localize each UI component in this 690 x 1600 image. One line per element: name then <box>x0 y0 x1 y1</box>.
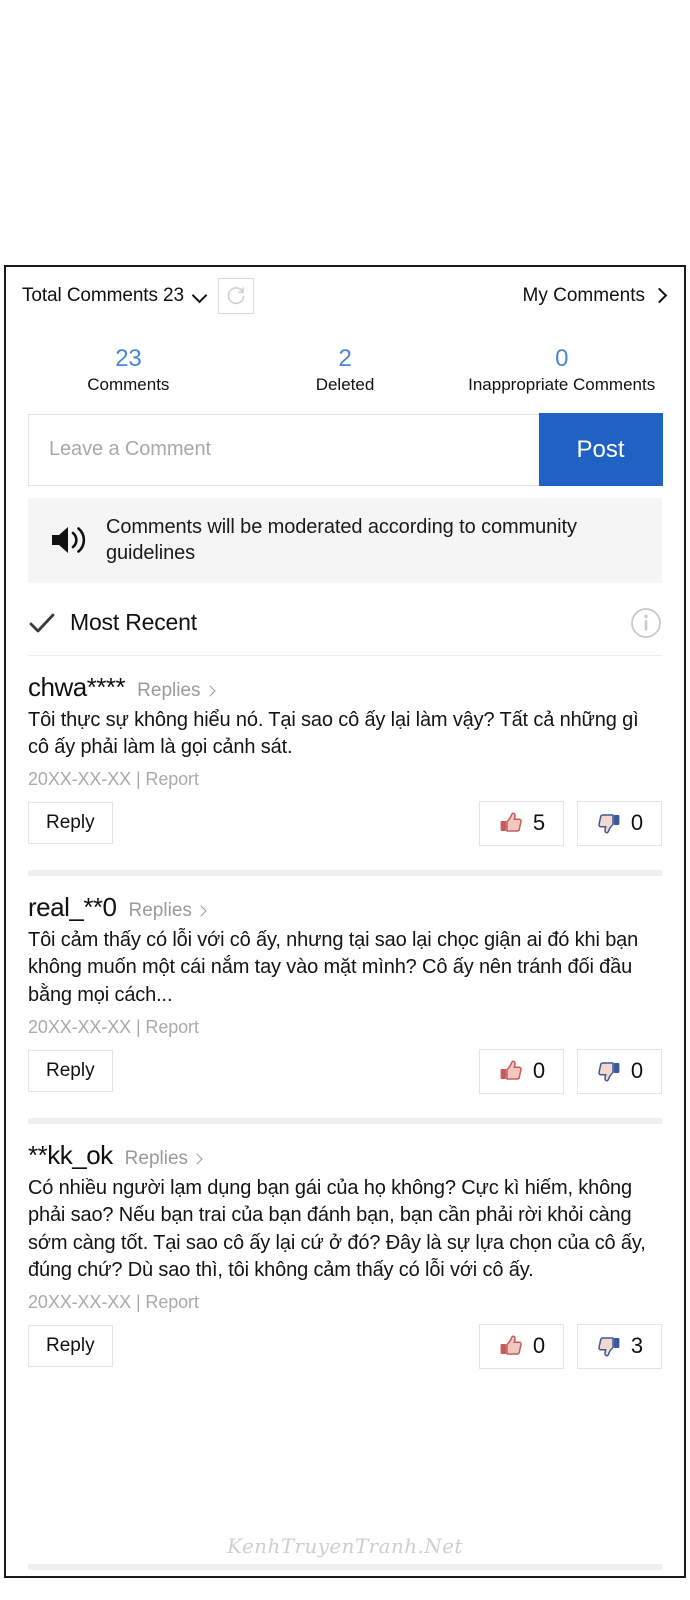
reply-button[interactable]: Reply <box>28 1325 113 1368</box>
dislike-count: 0 <box>630 1058 644 1084</box>
divider-thick <box>28 869 662 876</box>
comment-header: **kk_ok Replies <box>28 1139 662 1170</box>
total-comments-group[interactable]: Total Comments 23 <box>22 278 254 314</box>
dislike-button[interactable]: 3 <box>577 1323 662 1369</box>
comment-username: real_**0 <box>28 891 117 922</box>
comment-item: chwa**** Replies Tôi thực sự không hiểu … <box>6 673 684 848</box>
comment-list: chwa**** Replies Tôi thực sự không hiểu … <box>6 654 684 1371</box>
thumbs-down-icon <box>598 1337 620 1357</box>
dislike-button[interactable]: 0 <box>577 1048 662 1094</box>
vote-group: 0 3 <box>479 1323 662 1369</box>
stat-inappropriate[interactable]: 0 Inappropriate Comments <box>453 345 670 395</box>
chevron-right-icon <box>206 684 215 698</box>
comment-stats-row: 23 Comments 2 Deleted 0 Inappropriate Co… <box>6 317 684 405</box>
reply-button[interactable]: Reply <box>28 1050 113 1093</box>
reply-button[interactable]: Reply <box>28 802 113 845</box>
speaker-icon <box>52 527 86 554</box>
like-count: 0 <box>532 1058 546 1084</box>
vote-group: 5 0 <box>479 800 662 846</box>
comment-body: Có nhiều người lạm dụng bạn gái của họ k… <box>28 1176 646 1282</box>
check-icon <box>29 613 55 633</box>
comment-header: chwa**** Replies <box>28 673 662 702</box>
like-button[interactable]: 0 <box>479 1323 564 1369</box>
comment-composer: Leave a Comment Post <box>28 413 663 487</box>
like-button[interactable]: 0 <box>479 1048 564 1094</box>
chevron-right-icon <box>197 904 206 918</box>
stat-comments[interactable]: 23 Comments <box>20 345 237 395</box>
comment-meta[interactable]: 20XX-XX-XX | Report <box>28 769 662 790</box>
comments-card: Total Comments 23 My Comments 23 Comment… <box>4 265 686 1578</box>
thumbs-up-icon <box>500 1335 522 1356</box>
comments-header: Total Comments 23 My Comments <box>6 267 684 317</box>
comment-replies-link[interactable]: Replies <box>137 680 214 702</box>
chevron-right-icon <box>654 286 666 306</box>
blank-area-above-card <box>0 0 690 265</box>
screenshot-root: Total Comments 23 My Comments 23 Comment… <box>0 0 690 1600</box>
sort-selector[interactable]: Most Recent <box>28 609 197 636</box>
refresh-button[interactable] <box>217 278 254 314</box>
comment-body: Tôi thực sự không hiểu nó. Tại sao cô ấy… <box>28 708 639 759</box>
dislike-count: 0 <box>630 810 644 836</box>
sort-row: Most Recent <box>28 607 662 639</box>
divider-thick <box>28 1117 662 1124</box>
dislike-count: 3 <box>630 1333 644 1359</box>
thumbs-down-icon <box>598 814 620 834</box>
comment-header: real_**0 Replies <box>28 893 662 922</box>
comment-item: real_**0 Replies Tôi cảm thấy có lỗi với… <box>6 893 684 1096</box>
moderation-notice-text: Comments will be moderated according to … <box>106 515 577 565</box>
divider-thin <box>28 654 662 656</box>
divider-thick-bottom <box>28 1564 662 1570</box>
like-count: 0 <box>532 1333 546 1359</box>
stat-comments-value: 23 <box>115 345 142 372</box>
thumbs-up-icon <box>500 812 522 833</box>
thumbs-up-icon <box>500 1060 522 1080</box>
comment-replies-link[interactable]: Replies <box>129 900 206 922</box>
comment-replies-link[interactable]: Replies <box>125 1148 202 1170</box>
moderation-notice: Comments will be moderated according to … <box>28 497 662 583</box>
dislike-button[interactable]: 0 <box>577 800 662 846</box>
like-button[interactable]: 5 <box>479 800 564 846</box>
vote-group: 0 0 <box>479 1048 662 1094</box>
comment-input[interactable]: Leave a Comment <box>29 415 539 485</box>
refresh-icon <box>227 287 245 305</box>
comment-item: **kk_ok Replies Có nhiều người lạm dụng … <box>6 1139 684 1371</box>
comment-actions: Reply 5 0 <box>28 800 662 848</box>
thumbs-down-icon <box>598 1062 620 1082</box>
comment-replies-label: Replies <box>124 1147 189 1169</box>
comment-meta[interactable]: 20XX-XX-XX | Report <box>28 1017 662 1038</box>
stat-inappropriate-value: 0 <box>555 345 569 372</box>
comment-meta[interactable]: 20XX-XX-XX | Report <box>28 1292 662 1313</box>
chevron-right-icon <box>193 1152 202 1166</box>
stat-deleted-value: 2 <box>338 345 352 372</box>
stat-deleted-label: Deleted <box>315 374 375 394</box>
stat-inappropriate-label: Inappropriate Comments <box>468 374 656 394</box>
chevron-down-icon[interactable] <box>192 288 208 304</box>
total-comments-label: Total Comments 23 <box>22 285 184 306</box>
comment-username: **kk_ok <box>28 1139 113 1170</box>
comment-replies-label: Replies <box>128 899 192 921</box>
comment-actions: Reply 0 <box>28 1048 662 1096</box>
stat-comments-label: Comments <box>87 374 170 394</box>
comment-replies-label: Replies <box>137 679 201 701</box>
comment-body: Tôi cảm thấy có lỗi với cô ấy, nhưng tại… <box>28 928 639 1006</box>
like-count: 5 <box>532 810 546 836</box>
comment-actions: Reply 0 <box>28 1323 662 1371</box>
info-icon[interactable] <box>630 607 662 639</box>
site-watermark: KenhTruyenTranh.Net <box>227 1534 463 1558</box>
sort-label: Most Recent <box>70 609 197 636</box>
my-comments-label: My Comments <box>522 285 645 306</box>
stat-deleted[interactable]: 2 Deleted <box>237 345 454 395</box>
my-comments-link[interactable]: My Comments <box>523 285 666 307</box>
comment-username: chwa**** <box>28 671 126 702</box>
post-button[interactable]: Post <box>538 413 663 487</box>
